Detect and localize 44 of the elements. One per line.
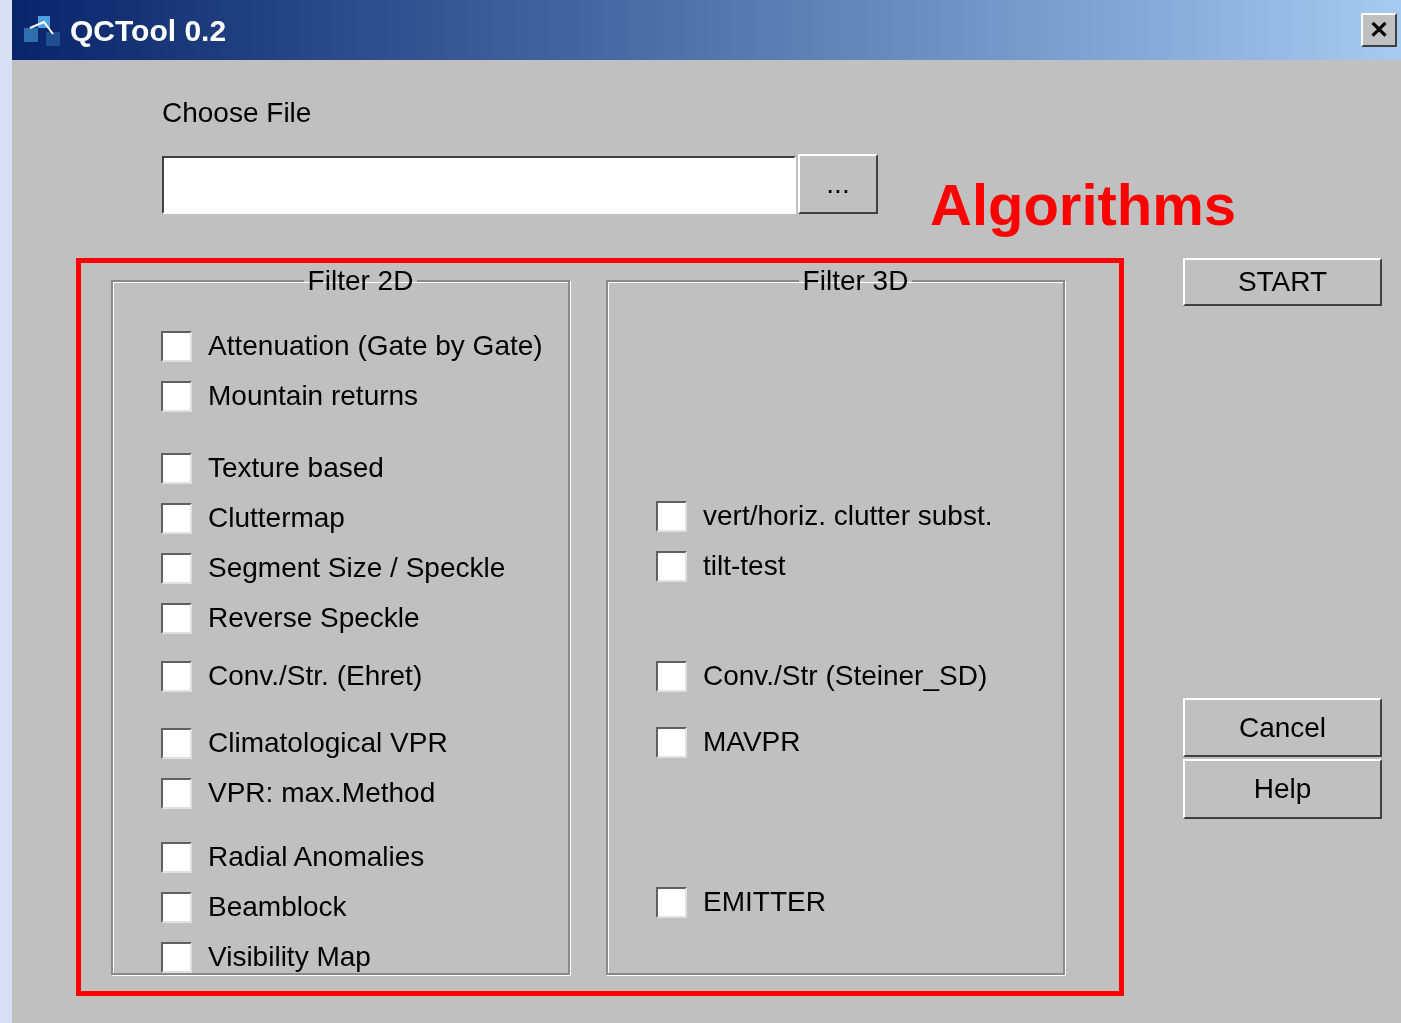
checkbox[interactable] [161, 330, 192, 362]
checkbox-label: Attenuation (Gate by Gate) [208, 329, 543, 363]
cancel-button[interactable]: Cancel [1183, 698, 1382, 757]
help-button[interactable]: Help [1183, 759, 1382, 819]
browse-button[interactable]: ... [798, 154, 878, 214]
checkbox-label: MAVPR [703, 725, 801, 759]
checkbox-label: Visibility Map [208, 940, 371, 974]
checkbox[interactable] [161, 777, 192, 809]
checkbox[interactable] [656, 550, 687, 582]
checkbox[interactable] [161, 891, 192, 923]
checkbox-label: tilt-test [703, 549, 786, 583]
checkbox[interactable] [161, 502, 192, 534]
checkbox[interactable] [161, 552, 192, 584]
group-box-title: Filter 2D [306, 267, 415, 295]
checkbox-label: Segment Size / Speckle [208, 551, 506, 585]
checkbox-label: Climatological VPR [208, 726, 448, 760]
start-button[interactable]: START [1183, 258, 1382, 306]
choose-file-label: Choose File [162, 96, 312, 130]
checkbox[interactable] [161, 380, 192, 412]
file-path-field[interactable] [162, 156, 796, 214]
checkbox-label: vert/horiz. clutter subst. [703, 499, 993, 533]
checkbox-label: Radial Anomalies [208, 840, 425, 874]
checkbox[interactable] [161, 660, 192, 692]
checkbox[interactable] [161, 727, 192, 759]
checkbox[interactable] [656, 500, 687, 532]
checkbox-label: Conv./Str (Steiner_SD) [703, 659, 988, 693]
checkbox-label: Beamblock [208, 890, 347, 924]
checkbox-label: Reverse Speckle [208, 601, 420, 635]
checkbox[interactable] [656, 886, 687, 918]
checkbox[interactable] [161, 602, 192, 634]
checkbox-label: VPR: max.Method [208, 776, 436, 810]
window-title: QCTool 0.2 [70, 12, 227, 49]
close-button[interactable]: ✕ [1361, 13, 1397, 47]
checkbox[interactable] [656, 726, 687, 758]
checkbox[interactable] [161, 452, 192, 484]
checkbox[interactable] [161, 841, 192, 873]
checkbox-label: Mountain returns [208, 379, 419, 413]
checkbox[interactable] [161, 941, 192, 973]
group-box-title: Filter 3D [801, 267, 910, 295]
checkbox-label: Cluttermap [208, 501, 345, 535]
checkbox-label: EMITTER [703, 885, 826, 919]
checkbox-label: Texture based [208, 451, 384, 485]
checkbox[interactable] [656, 660, 687, 692]
checkbox-label: Conv./Str. (Ehret) [208, 659, 423, 693]
